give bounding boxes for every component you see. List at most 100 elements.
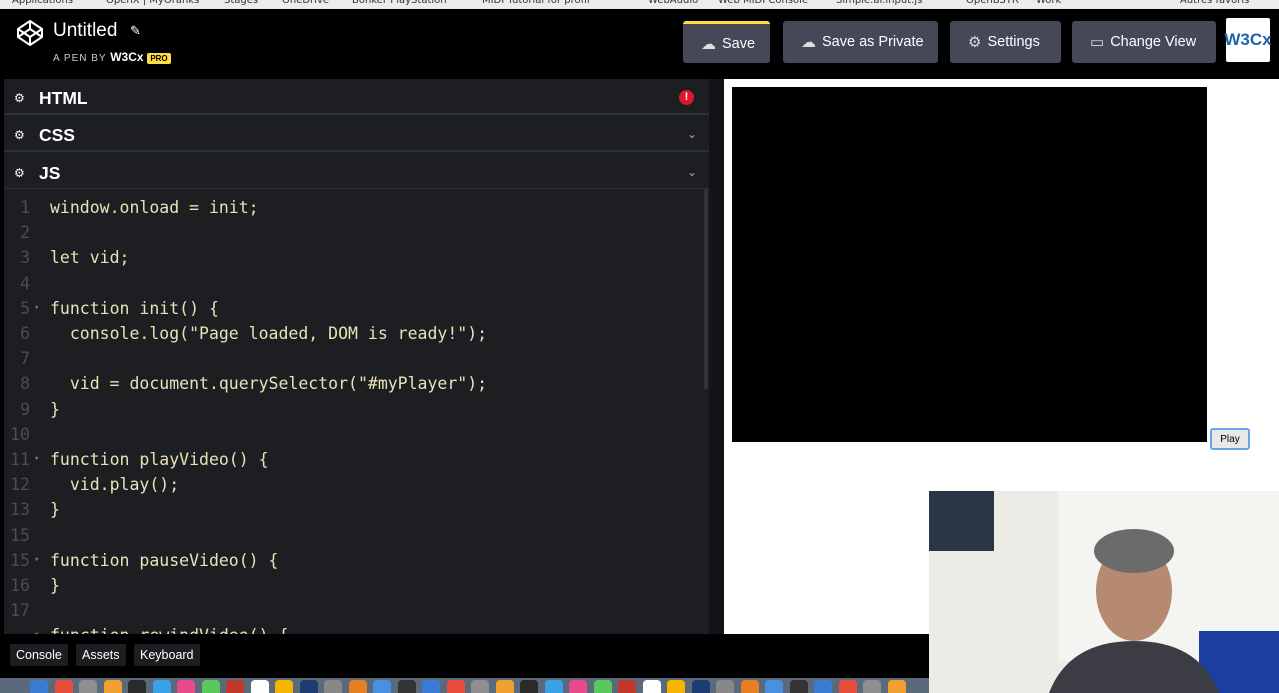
css-editor-header[interactable]: ⚙ CSS ⌄ [4,118,709,152]
console-tab[interactable]: Console [10,644,68,666]
dock-app-icon[interactable] [250,680,269,693]
author-link[interactable]: W3Cx [110,50,143,64]
dock-app-icon[interactable] [691,680,710,693]
edit-pencil-icon[interactable]: ✎ [130,23,141,39]
dock-app-icon[interactable] [520,680,538,693]
bookmark-item[interactable]: OpenBSTR [966,0,1019,6]
bookmark-item[interactable]: Autres favoris [1180,0,1249,6]
save-button[interactable]: ☁ Save [683,21,770,63]
dock-app-icon[interactable] [103,680,122,693]
chevron-down-icon[interactable]: ⌄ [687,165,697,179]
dock-app-icon[interactable] [177,680,195,693]
dock-app-icon[interactable] [814,680,832,693]
save-private-button[interactable]: ☁ Save as Private [783,21,938,63]
error-icon[interactable]: ! [679,90,694,105]
dock-app-icon[interactable] [275,680,293,693]
bookmark-item[interactable]: Work [1036,0,1061,6]
dock-app-icon[interactable] [593,680,612,693]
bookmark-item[interactable]: Bonker PlayStation [352,0,447,6]
bookmark-item[interactable]: Web MIDI Console [718,0,808,6]
bookmark-item[interactable]: Simple.ai.input.js [836,0,922,6]
settings-button[interactable]: ⚙ Settings [950,21,1061,63]
dock-app-icon[interactable] [569,680,587,693]
dock-app-icon[interactable] [838,680,857,693]
dock-app-icon[interactable] [324,680,342,693]
code-line[interactable]: 6 console.log("Page loaded, DOM is ready… [4,321,704,346]
dock-app-icon[interactable] [226,680,244,693]
code-line[interactable]: 3 let vid; [4,245,704,270]
dock-app-icon[interactable] [789,680,808,693]
dock-app-icon[interactable] [642,680,661,693]
dock-app-icon[interactable] [299,680,318,693]
code-line[interactable]: 13} [4,497,704,522]
code-line[interactable]: 10 [4,422,704,447]
dock-app-icon[interactable] [54,680,73,693]
chevron-down-icon[interactable]: ⌄ [687,127,697,141]
dock-app-icon[interactable] [30,680,48,693]
dock-app-icon[interactable] [740,680,759,693]
editor-scrollbar[interactable] [704,189,708,389]
fold-arrow-icon[interactable]: ▾ [34,548,39,573]
dock-app-icon[interactable] [79,680,97,693]
code-line[interactable]: 11 ▾ function playVideo() { [4,447,704,472]
html-editor-header[interactable]: ⚙ HTML ! [4,81,709,115]
code-line[interactable]: 15 [4,523,704,548]
line-number: 17 [10,601,30,621]
dock-app-icon[interactable] [667,680,685,693]
code-line[interactable]: 1 window.onload = init; [4,195,704,220]
dock-app-icon[interactable] [544,680,563,693]
dock-app-icon[interactable] [397,680,416,693]
gear-icon[interactable]: ⚙ [14,166,28,180]
fold-arrow-icon[interactable]: ▾ [34,296,39,321]
code-line[interactable]: 8 vid = document.querySelector("#myPlaye… [4,371,704,396]
code-line[interactable]: ▾ function rewindVideo() { [4,623,704,634]
resize-divider[interactable] [709,79,724,634]
dock-app-icon[interactable] [348,680,367,693]
codepen-logo-icon[interactable] [16,19,44,47]
code-line[interactable]: 9} [4,397,704,422]
fold-arrow-icon[interactable]: ▾ [34,623,39,634]
video-player[interactable] [732,87,1207,442]
play-button[interactable]: Play [1210,428,1250,450]
css-label: CSS [39,125,75,145]
bookmark-item[interactable]: Stages [224,0,258,6]
dock-app-icon[interactable] [446,680,465,693]
dock-app-icon[interactable] [128,680,146,693]
code-line[interactable]: 12 vid.play(); [4,472,704,497]
dock-app-icon[interactable] [373,680,391,693]
gear-icon[interactable]: ⚙ [14,91,28,105]
dock-app-icon[interactable] [471,680,489,693]
gear-icon[interactable]: ⚙ [14,128,28,142]
dock-app-icon[interactable] [716,680,734,693]
dock-app-icon[interactable] [201,680,220,693]
change-view-button[interactable]: ▭ Change View [1072,21,1216,63]
code-line[interactable]: 7 [4,346,704,371]
dock-app-icon[interactable] [152,680,171,693]
fold-arrow-icon[interactable]: ▾ [34,447,39,472]
dock-app-icon[interactable] [618,680,636,693]
bookmark-item[interactable]: Applications [12,0,73,6]
dock-app-icon[interactable] [863,680,881,693]
bookmark-item[interactable]: WebAudio [648,0,698,6]
dock-app-icon[interactable] [887,680,906,693]
dock-app-icon[interactable] [422,680,440,693]
code-line[interactable]: 2 [4,220,704,245]
keyboard-tab[interactable]: Keyboard [134,644,200,666]
user-avatar[interactable]: W3Cx [1224,18,1272,62]
pen-title[interactable]: Untitled [53,20,117,42]
line-number: 11 [10,450,30,469]
code-line[interactable]: 17 [4,598,704,623]
bookmarks-bar: Applications OpenX | MyOranks Stages OneDri… [0,0,1279,9]
bookmark-item[interactable]: OpenX | MyOranks [106,0,199,6]
code-line[interactable]: 16} [4,573,704,598]
code-line[interactable]: 4 [4,271,704,296]
assets-tab[interactable]: Assets [76,644,126,666]
bookmark-item[interactable]: MIDI Tutorial for profil [482,0,590,6]
bookmark-item[interactable]: OneDrive [282,0,329,6]
js-code-editor[interactable]: 1 window.onload = init; 2 3 let vid; 4 5 ▾ funct… [4,189,704,634]
code-line[interactable]: 5 ▾ function init() { [4,296,704,321]
code-line[interactable]: 15 ▾ function pauseVideo() { [4,548,704,573]
dock-app-icon[interactable] [495,680,514,693]
js-editor-header[interactable]: ⚙ JS ⌄ [4,156,709,190]
dock-app-icon[interactable] [765,680,783,693]
